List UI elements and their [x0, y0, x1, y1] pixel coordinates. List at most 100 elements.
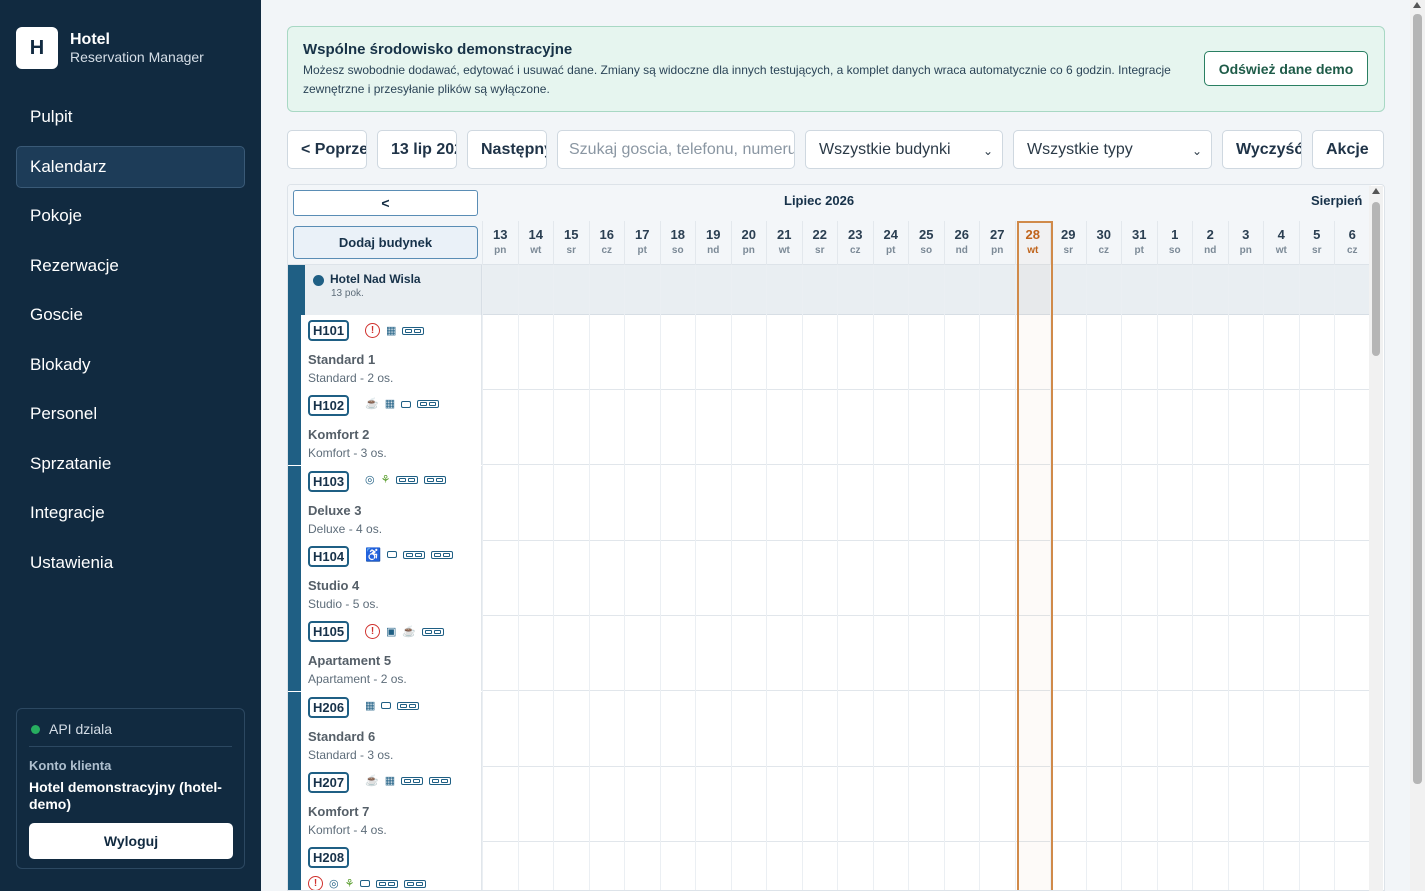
day-number: 22 — [812, 227, 827, 242]
room-code-badge[interactable]: H101 — [308, 320, 350, 341]
room-features: ♿ — [365, 548, 454, 561]
single-bed-icon — [387, 551, 398, 559]
building-select[interactable]: Wszystkie budynki ⌄ — [805, 130, 1003, 169]
day-column[interactable] — [695, 265, 731, 890]
page-scrollbar[interactable] — [1410, 0, 1425, 891]
scroll-thumb[interactable] — [1372, 202, 1380, 356]
sidebar-item-goscie[interactable]: Goscie — [16, 294, 245, 336]
day-column[interactable] — [766, 265, 802, 890]
clear-filters-button[interactable]: Wyczyść filtry — [1222, 130, 1302, 169]
day-column[interactable] — [1192, 265, 1228, 890]
refresh-demo-button[interactable]: Odśwież dane demo — [1204, 51, 1368, 86]
room-info[interactable]: H101! ▦ Standard 1 Standard - 2 os. — [301, 315, 482, 390]
scroll-up-icon[interactable] — [1372, 188, 1380, 194]
sidebar-item-blokady[interactable]: Blokady — [16, 344, 245, 386]
api-status-dot — [31, 724, 40, 734]
day-column[interactable] — [659, 265, 696, 890]
room-info[interactable]: H208! ◎ ⚘ — [301, 842, 482, 890]
calendar-back-button[interactable]: < — [293, 190, 478, 216]
day-column[interactable] — [624, 265, 660, 890]
day-column[interactable] — [553, 265, 589, 890]
room-code-badge[interactable]: H105 — [308, 621, 350, 643]
room-name: Komfort 7 — [308, 803, 370, 819]
day-column[interactable] — [1156, 265, 1193, 890]
day-column[interactable] — [517, 265, 554, 890]
day-weekday: pt — [637, 245, 647, 256]
room-code-badge[interactable]: H208 — [308, 847, 350, 869]
api-status-text: API dziala — [49, 721, 113, 737]
room-type: Komfort - 3 os. — [308, 446, 387, 461]
date-picker[interactable]: 13 lip 2026 — [377, 130, 457, 169]
day-number: 3 — [1242, 227, 1250, 242]
room-code-badge[interactable]: H207 — [308, 771, 350, 793]
plant-icon: ⚘ — [380, 473, 391, 486]
room-info[interactable]: H104 ♿ Studio 4 Studio - 5 os. — [301, 540, 482, 616]
day-column[interactable] — [979, 265, 1015, 890]
day-column[interactable] — [1085, 265, 1122, 890]
day-number: 19 — [706, 227, 721, 242]
day-column[interactable] — [837, 265, 873, 890]
room-type: Deluxe - 4 os. — [308, 521, 383, 536]
logout-button[interactable]: Wyloguj — [29, 823, 233, 859]
room-type: Standard - 3 os. — [308, 747, 394, 762]
day-number: 18 — [670, 227, 685, 242]
room-code-badge[interactable]: H102 — [308, 395, 350, 417]
day-header: 5 sr — [1298, 221, 1335, 265]
sidebar-item-sprzatanie[interactable]: Sprzatanie — [16, 443, 245, 485]
room-info[interactable]: H206 ▦ Standard 6 Standard - 3 os. — [301, 691, 482, 767]
sidebar-item-ustawienia[interactable]: Ustawienia — [16, 542, 245, 584]
day-number: 13 — [493, 227, 508, 242]
day-column[interactable] — [588, 265, 625, 890]
add-building-button[interactable]: Dodaj budynek — [293, 226, 478, 259]
day-column[interactable] — [908, 265, 944, 890]
day-number: 23 — [848, 227, 863, 242]
room-color-bar — [288, 766, 301, 842]
day-header: 22 sr — [801, 221, 838, 265]
scroll-thumb[interactable] — [1413, 14, 1422, 784]
day-column[interactable] — [730, 265, 767, 890]
day-column[interactable] — [1263, 265, 1299, 890]
day-weekday: sr — [1063, 245, 1073, 256]
day-header: 30 cz — [1085, 221, 1122, 265]
sidebar-item-pokoje[interactable]: Pokoje — [16, 195, 245, 237]
scroll-up-icon[interactable] — [1413, 2, 1421, 8]
day-number: 15 — [564, 227, 579, 242]
day-header: 29 sr — [1050, 221, 1086, 265]
sidebar-item-pulpit[interactable]: Pulpit — [16, 96, 245, 138]
day-column[interactable] — [1050, 265, 1086, 890]
next-button[interactable]: Następny > — [467, 130, 547, 169]
room-info[interactable]: H207 ☕ ▦ Komfort 7 Komfort - 4 os. — [301, 766, 482, 842]
prev-button[interactable]: < Poprzedni — [287, 130, 367, 169]
sidebar-item-rezerwacje[interactable]: Rezerwacje — [16, 245, 245, 287]
day-number: 1 — [1171, 227, 1179, 242]
day-column[interactable] — [482, 265, 518, 890]
search-input[interactable]: Szukaj goscia, telefonu, numeru — [557, 130, 795, 169]
actions-button[interactable]: Akcje — [1312, 130, 1384, 169]
room-code-badge[interactable]: H206 — [308, 696, 350, 718]
day-header: 19 nd — [695, 221, 731, 265]
room-color-bar — [288, 540, 301, 616]
sidebar-item-personel[interactable]: Personel — [16, 393, 245, 435]
day-weekday: pt — [886, 245, 896, 256]
room-info[interactable]: H103 ◎ ⚘ Deluxe 3 Deluxe - 4 os. — [301, 465, 482, 541]
room-code-badge[interactable]: H103 — [308, 470, 350, 492]
day-column[interactable] — [1014, 265, 1051, 890]
day-column[interactable] — [1227, 265, 1264, 890]
day-column[interactable] — [943, 265, 980, 890]
room-name: Deluxe 3 — [308, 502, 362, 518]
day-column[interactable] — [801, 265, 838, 890]
day-column[interactable] — [1121, 265, 1157, 890]
day-column[interactable] — [1334, 265, 1370, 890]
room-info[interactable]: H102 ☕ ▦ Komfort 2 Komfort - 3 os. — [301, 390, 482, 466]
sidebar-item-kalendarz[interactable]: Kalendarz — [16, 145, 245, 188]
brand-subtitle: Reservation Manager — [70, 48, 204, 65]
calendar-scrollbar[interactable] — [1369, 186, 1383, 891]
day-weekday: nd — [955, 245, 968, 256]
sidebar-item-integracje[interactable]: Integracje — [16, 492, 245, 534]
type-select[interactable]: Wszystkie typy ⌄ — [1013, 130, 1212, 169]
day-number: 14 — [528, 227, 543, 242]
day-column[interactable] — [872, 265, 909, 890]
room-info[interactable]: H105! ▣ ☕ Apartament 5 Apartament - 2 os. — [301, 616, 482, 692]
day-column[interactable] — [1298, 265, 1335, 890]
room-code-badge[interactable]: H104 — [308, 545, 350, 567]
